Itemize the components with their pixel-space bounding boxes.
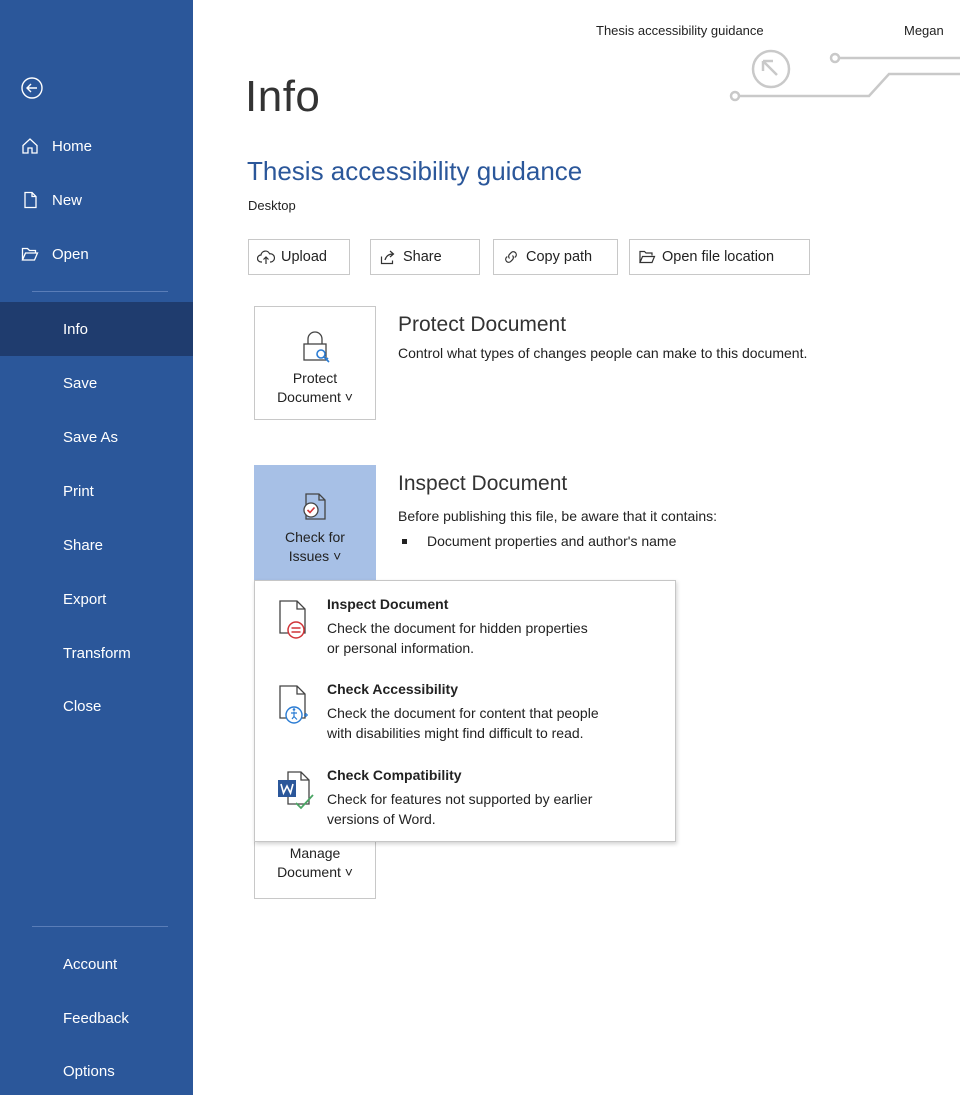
sidebar-item-label: Options xyxy=(63,1062,115,1080)
check-for-issues-label: Check for Issues ˅ xyxy=(285,528,345,566)
check-for-issues-button[interactable]: Check for Issues ˅ xyxy=(254,465,376,581)
protect-document-description: Control what types of changes people can… xyxy=(398,345,808,361)
protect-label-line2: Document ˅ xyxy=(277,389,353,405)
sidebar-item-label: Save As xyxy=(63,428,119,446)
accessibility-checker-icon xyxy=(279,685,308,724)
issues-label-line2: Issues ˅ xyxy=(288,548,342,564)
link-icon xyxy=(502,248,520,266)
share-button[interactable]: Share xyxy=(370,239,480,275)
sidebar-item-home[interactable]: Home xyxy=(0,120,193,172)
home-icon xyxy=(20,136,40,156)
inspect-bullet-text: Document properties and author's name xyxy=(427,533,677,549)
menu-item-title: Check Accessibility xyxy=(327,681,458,697)
document-title: Thesis accessibility guidance xyxy=(247,156,583,186)
sidebar-item-label: Transform xyxy=(63,644,131,662)
manage-document-label: Manage Document ˅ xyxy=(277,844,353,882)
back-arrow-icon[interactable] xyxy=(20,76,44,100)
sidebar-divider xyxy=(32,291,168,292)
sidebar-divider xyxy=(32,926,168,927)
sidebar-item-export[interactable]: Export xyxy=(0,573,193,625)
sidebar-item-open[interactable]: Open xyxy=(0,228,193,280)
document-location: Desktop xyxy=(248,198,296,213)
sidebar-item-new[interactable]: New xyxy=(0,174,193,226)
menu-desc-line2: versions of Word. xyxy=(327,811,436,827)
menu-item-description: Check the document for content that peop… xyxy=(327,703,667,743)
menu-desc-line1: Check the document for hidden properties xyxy=(327,620,588,636)
sidebar-item-save-as[interactable]: Save As xyxy=(0,411,193,463)
sidebar-item-label: Info xyxy=(63,320,89,338)
inspect-document-description: Before publishing this file, be aware th… xyxy=(398,508,718,524)
menu-item-title: Inspect Document xyxy=(327,596,449,612)
inspect-document-icon xyxy=(279,600,306,639)
inspect-document-heading: Inspect Document xyxy=(398,472,568,495)
sidebar-item-label: Feedback xyxy=(63,1009,129,1027)
new-document-icon xyxy=(20,190,40,210)
sidebar-item-options[interactable]: Options xyxy=(0,1045,193,1095)
protect-document-heading: Protect Document xyxy=(398,313,567,336)
protect-document-label: Protect Document ˅ xyxy=(277,369,353,407)
sidebar-item-print[interactable]: Print xyxy=(0,465,193,517)
sidebar-item-label: Share xyxy=(63,536,104,554)
sidebar-item-label: Home xyxy=(52,137,93,155)
menu-item-check-accessibility[interactable]: Check Accessibility Check the document f… xyxy=(255,681,675,751)
sidebar-item-feedback[interactable]: Feedback xyxy=(0,992,193,1044)
menu-desc-line1: Check the document for content that peop… xyxy=(327,705,599,721)
sidebar-item-label: New xyxy=(52,191,83,209)
sidebar-item-close[interactable]: Close xyxy=(0,680,193,732)
open-file-location-label: Open file location xyxy=(662,249,775,265)
manage-label-line1: Manage xyxy=(289,845,341,861)
check-for-issues-icon xyxy=(303,493,326,520)
share-label: Share xyxy=(403,249,442,265)
menu-desc-line2: or personal information. xyxy=(327,640,475,656)
open-file-location-button[interactable]: Open file location xyxy=(629,239,810,275)
copy-path-label: Copy path xyxy=(526,249,593,265)
upload-label: Upload xyxy=(281,249,327,265)
circuit-decoration-icon xyxy=(729,49,960,102)
protect-document-button[interactable]: Protect Document ˅ xyxy=(254,306,376,420)
lock-icon xyxy=(303,331,330,363)
folder-icon xyxy=(638,248,656,266)
sidebar-item-transform[interactable]: Transform xyxy=(0,627,193,679)
sidebar-item-label: Save xyxy=(63,374,98,392)
check-for-issues-menu: Inspect Document Check the document for … xyxy=(254,580,676,842)
sidebar-item-label: Open xyxy=(52,245,89,263)
manage-label-line2: Document ˅ xyxy=(277,864,353,880)
bullet-icon xyxy=(402,538,407,544)
backstage-sidebar: Home New Open Info Save Save As Print Sh… xyxy=(0,0,193,1095)
sidebar-item-share[interactable]: Share xyxy=(0,519,193,571)
menu-item-check-compatibility[interactable]: Check Compatibility Check for features n… xyxy=(255,767,675,837)
sidebar-item-label: Close xyxy=(63,697,102,715)
inspect-bullet-item: Document properties and author's name xyxy=(402,533,676,549)
menu-item-title: Check Compatibility xyxy=(327,767,462,783)
menu-item-inspect-document[interactable]: Inspect Document Check the document for … xyxy=(255,596,675,666)
sidebar-item-label: Account xyxy=(63,955,118,973)
menu-desc-line2: with disabilities might find difficult t… xyxy=(327,725,584,741)
sidebar-item-label: Export xyxy=(63,590,107,608)
open-folder-icon xyxy=(20,244,40,264)
sidebar-item-save[interactable]: Save xyxy=(0,357,193,409)
cloud-upload-icon xyxy=(257,248,275,266)
protect-label-line1: Protect xyxy=(292,370,338,386)
sidebar-item-account[interactable]: Account xyxy=(0,938,193,990)
menu-item-description: Check the document for hidden properties… xyxy=(327,618,667,658)
sidebar-item-label: Print xyxy=(63,482,94,500)
share-icon xyxy=(379,248,397,266)
sidebar-item-info[interactable]: Info xyxy=(0,302,193,356)
upload-button[interactable]: Upload xyxy=(248,239,350,275)
page-title: Info xyxy=(245,72,321,121)
compatibility-checker-icon xyxy=(278,771,314,810)
issues-label-line1: Check for xyxy=(285,529,345,545)
menu-desc-line1: Check for features not supported by earl… xyxy=(327,791,593,807)
menu-item-description: Check for features not supported by earl… xyxy=(327,789,667,829)
copy-path-button[interactable]: Copy path xyxy=(493,239,618,275)
